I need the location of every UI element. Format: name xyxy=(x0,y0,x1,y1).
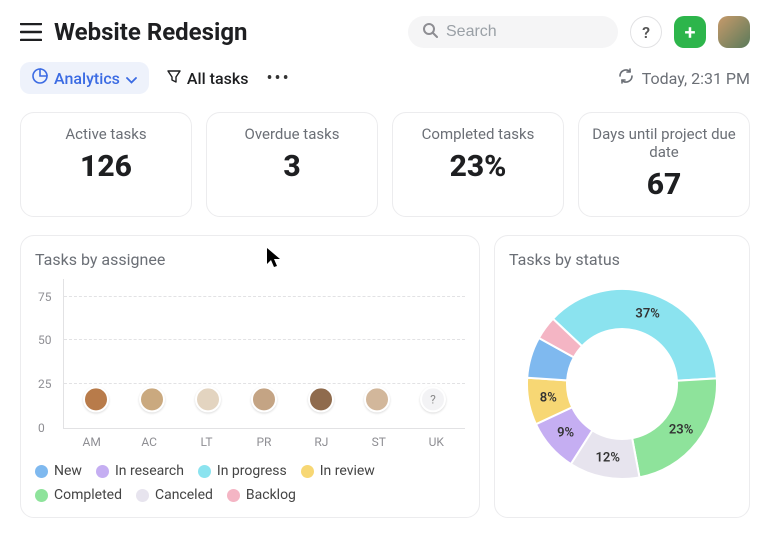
kpi-value: 3 xyxy=(217,149,367,184)
refresh-timestamp[interactable]: Today, 2:31 PM xyxy=(618,68,750,88)
legend-item: In review xyxy=(301,463,375,479)
x-tick: PR xyxy=(244,435,284,449)
assignee-avatar xyxy=(364,386,390,412)
legend-item: Completed xyxy=(35,487,122,503)
legend-label: Backlog xyxy=(246,487,296,503)
legend-swatch xyxy=(136,489,149,502)
kpi-label: Completed tasks xyxy=(403,125,553,143)
y-tick: 50 xyxy=(38,333,52,347)
filter-label: All tasks xyxy=(187,69,249,88)
tasks-by-assignee-card: Tasks by assignee ? 0255075 AMACLTPRRJST… xyxy=(20,235,480,518)
donut-slice-label: 37% xyxy=(635,306,659,321)
analytics-dropdown[interactable]: Analytics xyxy=(20,62,149,94)
legend-label: Canceled xyxy=(155,487,213,503)
menu-icon[interactable] xyxy=(20,23,42,41)
legend-label: In progress xyxy=(217,463,287,479)
user-avatar[interactable] xyxy=(718,16,750,48)
kpi-label: Overdue tasks xyxy=(217,125,367,143)
pie-chart-icon xyxy=(32,68,48,88)
kpi-value: 23% xyxy=(403,149,553,184)
donut-chart: 37% 23% 12% 9% 8% xyxy=(517,279,727,489)
kpi-value: 126 xyxy=(31,149,181,184)
x-tick: AM xyxy=(72,435,112,449)
assignee-avatar: ? xyxy=(420,386,446,412)
assignee-avatar xyxy=(83,386,109,412)
legend-swatch xyxy=(301,465,314,478)
x-tick: UK xyxy=(416,435,456,449)
kpi-card: Active tasks 126 xyxy=(20,112,192,217)
kpi-card: Completed tasks 23% xyxy=(392,112,564,217)
kpi-label: Active tasks xyxy=(31,125,181,143)
analytics-label: Analytics xyxy=(54,69,120,88)
kpi-value: 67 xyxy=(589,167,739,202)
filter-icon xyxy=(167,69,181,88)
refresh-label: Today, 2:31 PM xyxy=(642,69,750,88)
search-input[interactable] xyxy=(446,23,604,41)
bar-card-title: Tasks by assignee xyxy=(35,250,165,269)
x-tick: RJ xyxy=(301,435,341,449)
kpi-card: Overdue tasks 3 xyxy=(206,112,378,217)
legend-swatch xyxy=(35,489,48,502)
legend-item: Canceled xyxy=(136,487,213,503)
assignee-avatar xyxy=(195,386,221,412)
legend-label: In research xyxy=(115,463,184,479)
legend-label: New xyxy=(54,463,82,479)
x-tick: ST xyxy=(359,435,399,449)
search-icon xyxy=(422,22,438,42)
legend-swatch xyxy=(227,489,240,502)
donut-slice-label: 12% xyxy=(595,450,619,465)
legend-swatch xyxy=(35,465,48,478)
assignee-avatar xyxy=(308,386,334,412)
chevron-down-icon xyxy=(126,69,137,88)
donut-card-title: Tasks by status xyxy=(509,250,735,269)
filter-all-tasks[interactable]: All tasks xyxy=(167,69,249,88)
refresh-icon xyxy=(618,68,634,88)
bar-chart: ? 0255075 xyxy=(63,279,465,429)
y-tick: 25 xyxy=(38,377,52,391)
donut-slice xyxy=(553,289,717,381)
page-title: Website Redesign xyxy=(54,18,247,46)
y-tick: 0 xyxy=(38,421,45,435)
legend-item: In research xyxy=(96,463,184,479)
legend-item: In progress xyxy=(198,463,287,479)
help-icon: ? xyxy=(642,23,650,42)
search-box[interactable] xyxy=(408,16,618,48)
help-button[interactable]: ? xyxy=(630,16,662,48)
donut-slice-label: 8% xyxy=(540,390,557,405)
x-tick: AC xyxy=(129,435,169,449)
legend-label: In review xyxy=(320,463,375,479)
donut-slice-label: 9% xyxy=(557,426,574,441)
cursor-icon xyxy=(265,246,283,272)
donut-slice-label: 23% xyxy=(669,423,693,438)
tasks-by-status-card: Tasks by status 37% 23% 12% 9% 8% xyxy=(494,235,750,518)
add-button[interactable]: + xyxy=(674,16,706,48)
legend-item: Backlog xyxy=(227,487,296,503)
assignee-avatar xyxy=(251,386,277,412)
legend-item: New xyxy=(35,463,82,479)
legend-swatch xyxy=(96,465,109,478)
more-menu[interactable]: ••• xyxy=(266,68,290,89)
kpi-card: Days until project due date 67 xyxy=(578,112,750,217)
assignee-avatar xyxy=(139,386,165,412)
x-tick: LT xyxy=(187,435,227,449)
legend-label: Completed xyxy=(54,487,122,503)
y-tick: 75 xyxy=(38,290,52,304)
plus-icon: + xyxy=(685,20,696,44)
kpi-label: Days until project due date xyxy=(589,125,739,161)
legend-swatch xyxy=(198,465,211,478)
